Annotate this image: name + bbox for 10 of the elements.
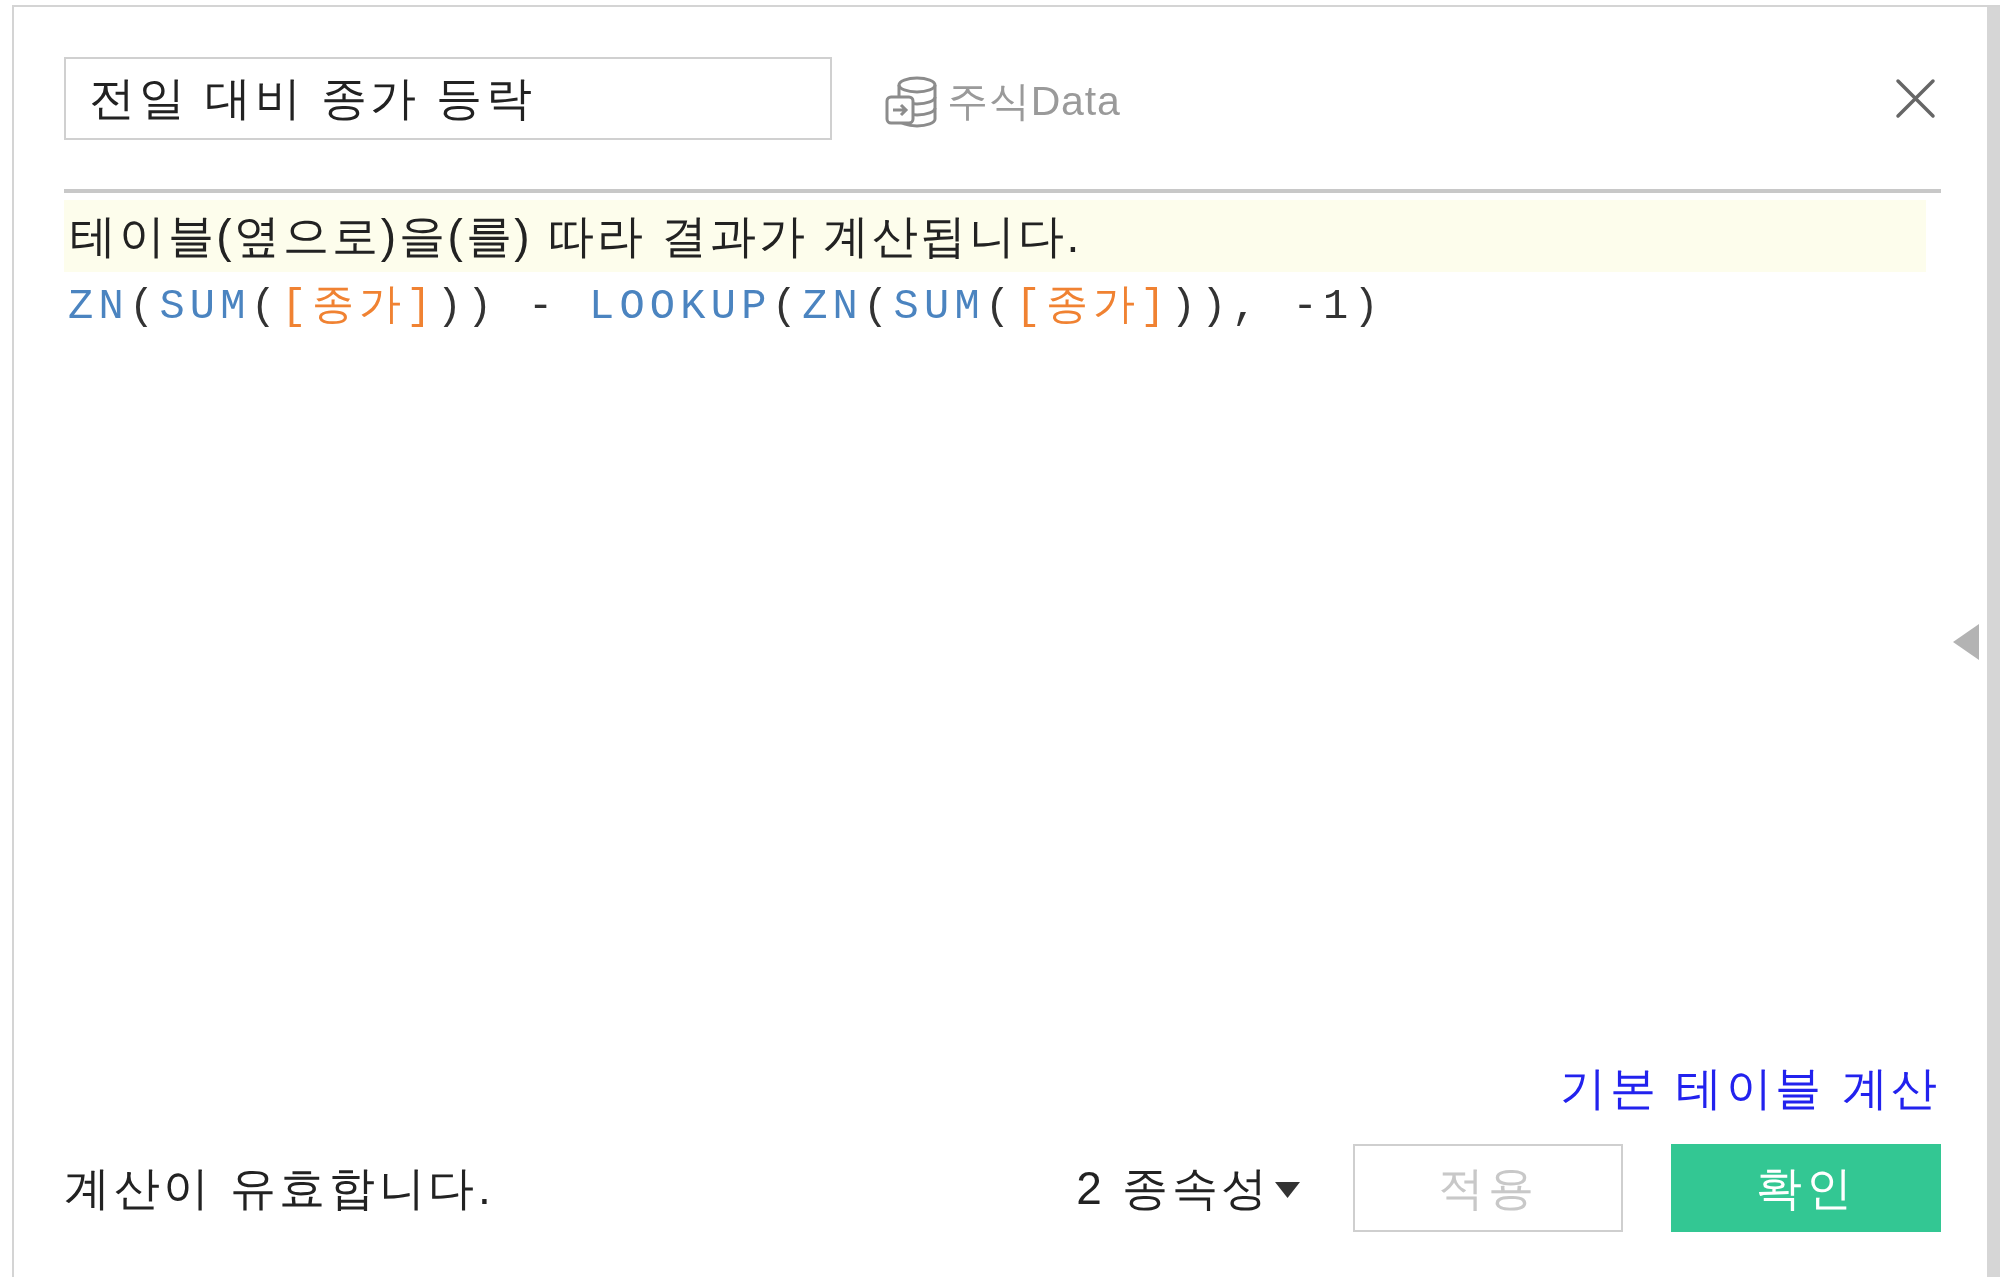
default-table-calc-link[interactable]: 기본 테이블 계산 [1560, 1065, 1941, 1112]
dependencies-dropdown[interactable]: 2 종속성 [1076, 1153, 1300, 1223]
close-button[interactable] [1895, 78, 1936, 119]
close-icon [1895, 78, 1936, 119]
info-banner: 테이블(옆으로)을(를) 따라 결과가 계산됩니다. [64, 200, 1926, 272]
formula-text: ZN(SUM([종가])) - LOOKUP(ZN(SUM([종가])), -1) [67, 282, 1384, 333]
data-source-label: 주식Data [947, 76, 1121, 126]
title-field[interactable]: 전일 대비 종가 등락 [64, 57, 832, 140]
status-message: 계산이 유효합니다. [64, 1160, 495, 1216]
caret-icon [1275, 1182, 1300, 1198]
